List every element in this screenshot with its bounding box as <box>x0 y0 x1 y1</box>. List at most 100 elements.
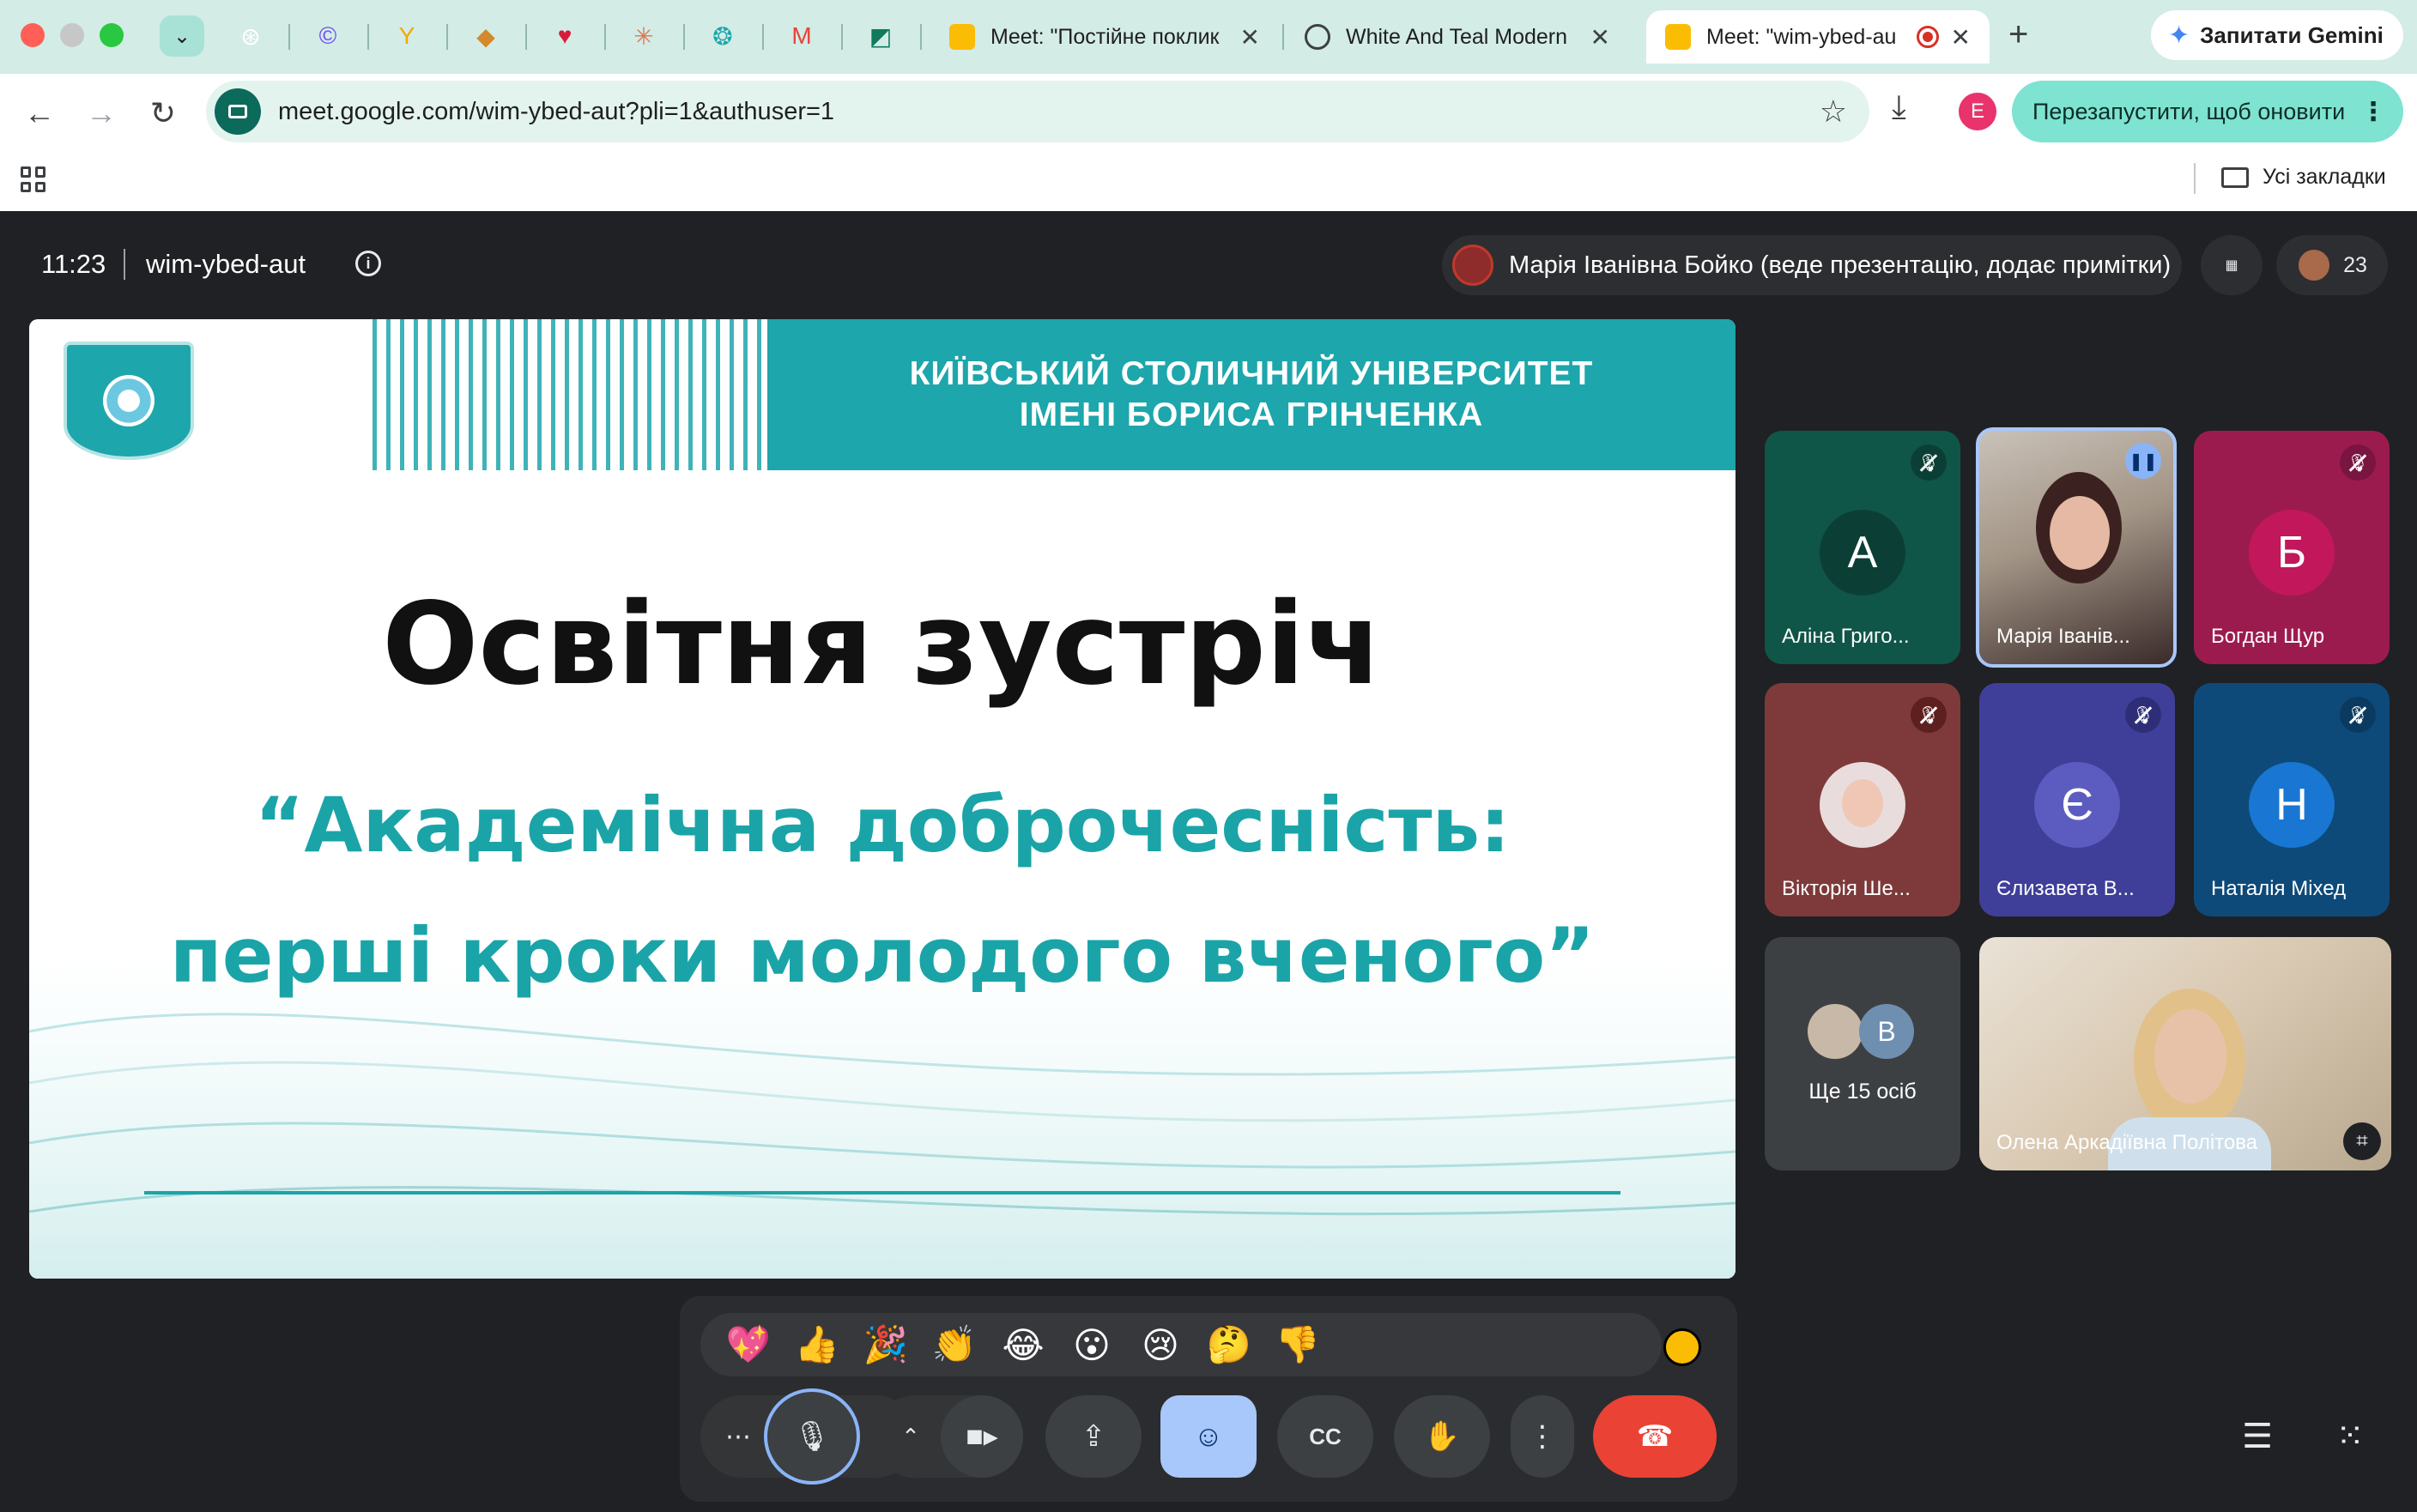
audio-options-icon[interactable]: ⋯ <box>712 1395 764 1478</box>
minimize-window-button[interactable] <box>60 23 84 47</box>
participant-name: Богдан Щур <box>2211 625 2325 648</box>
recording-icon <box>1916 26 1939 48</box>
presentation-slide: КИЇВСЬКИЙ СТОЛИЧНИЙ УНІВЕРСИТЕТ ІМЕНІ БО… <box>29 319 1736 1279</box>
participant-tile[interactable]: Є 🎙 Єлизавета В... <box>1979 683 2175 916</box>
reaction-thumbs-down[interactable]: 👎 <box>1263 1323 1332 1366</box>
chat-icon[interactable]: ☰ <box>2223 1402 2292 1471</box>
presenter-chip[interactable]: Марія Іванівна Бойко (веде презентацію, … <box>1442 235 2182 295</box>
participant-tile[interactable]: Н 🎙 Наталія Міхед <box>2194 683 2390 916</box>
reaction-thinking[interactable]: 🤔 <box>1195 1323 1263 1366</box>
relaunch-update-button[interactable]: Перезапустити, щоб оновити ⋮ <box>2012 81 2403 142</box>
tab-meet-1[interactable]: Meet: "Постійне поклик ✕ <box>930 10 1279 64</box>
fork-app-tab-icon[interactable]: Y <box>390 19 424 53</box>
leave-call-button[interactable]: ☎ <box>1593 1395 1717 1478</box>
participant-name: Єлизавета В... <box>1996 877 2135 900</box>
reaction-clap[interactable]: 👏 <box>920 1323 989 1366</box>
reaction-thumbs-up[interactable]: 👍 <box>783 1323 851 1366</box>
participant-tile[interactable]: А 🎙 Аліна Григо... <box>1765 431 1960 664</box>
close-window-button[interactable] <box>21 23 45 47</box>
reaction-laugh[interactable]: 😂 <box>989 1324 1057 1366</box>
more-options-button[interactable]: ⋮ <box>1511 1395 1574 1478</box>
meeting-code: wim-ybed-aut <box>146 249 306 279</box>
slide-divider <box>144 1191 1620 1194</box>
site-info-icon[interactable] <box>215 88 261 135</box>
profile-avatar[interactable]: E <box>1959 93 1996 130</box>
mic-off-icon: 🎙 <box>2340 445 2376 481</box>
reload-button[interactable]: ↻ <box>141 91 185 136</box>
university-crest-logo <box>64 342 194 460</box>
participants-button[interactable]: 23 <box>2276 235 2388 295</box>
participant-name: Аліна Григо... <box>1782 625 1910 648</box>
more-menu-icon[interactable]: ⋮ <box>2360 97 2386 127</box>
tab-search-chevron-icon[interactable]: ⌄ <box>160 15 204 57</box>
reaction-cry[interactable]: 😢 <box>1126 1324 1195 1366</box>
pinned-participant-tile[interactable]: Олена Аркадіївна Політова ⌗ <box>1979 937 2391 1170</box>
heart-tab-icon[interactable]: ♥ <box>548 19 582 53</box>
ask-gemini-button[interactable]: ✦ Запитати Gemini <box>2151 10 2403 60</box>
participant-tile[interactable]: Б 🎙 Богдан Щур <box>2194 431 2390 664</box>
close-tab-icon[interactable]: ✕ <box>1240 23 1260 51</box>
canva-tab-icon[interactable]: © <box>311 19 345 53</box>
participant-avatar: Н <box>2249 762 2335 848</box>
activities-grid-icon[interactable]: ⁙ <box>2316 1402 2384 1471</box>
participant-avatar: А <box>1820 510 1905 596</box>
download-icon[interactable]: ⤓ <box>1892 89 1906 126</box>
participant-tile-speaking[interactable]: ❚❚ Марія Іванів... <box>1976 427 2177 668</box>
participant-photo-avatar <box>1820 762 1905 848</box>
university-line-2: ІМЕНІ БОРИСА ГРІНЧЕНКА <box>1019 396 1484 433</box>
speaking-indicator-icon: ❚❚ <box>2125 443 2161 479</box>
all-bookmarks-button[interactable]: Усі закладки <box>2221 165 2386 190</box>
emoji-reaction-row: 💖 👍 🎉 👏 😂 😮 😢 🤔 👎 <box>700 1313 1662 1376</box>
participant-name: Олена Аркадіївна Політова <box>1996 1131 2258 1154</box>
tab-canva[interactable]: White And Teal Modern ✕ <box>1286 10 1629 64</box>
reaction-surprised[interactable]: 😮 <box>1057 1324 1126 1366</box>
emoji-reactions-button[interactable]: ☺ <box>1160 1395 1257 1478</box>
apps-grid-icon[interactable] <box>21 166 46 192</box>
layout-off-icon[interactable]: ▦ <box>2201 235 2263 295</box>
reaction-heart[interactable]: 💖 <box>714 1323 783 1366</box>
university-name: КИЇВСЬКИЙ СТОЛИЧНИЙ УНІВЕРСИТЕТ ІМЕНІ БО… <box>767 354 1736 436</box>
meet-call-area: 11:23 wim-ybed-aut i Марія Іванівна Бойк… <box>0 211 2417 1512</box>
meeting-info-icon[interactable]: i <box>355 251 381 276</box>
openai-tab-icon[interactable]: ⊛ <box>233 19 268 53</box>
present-screen-button[interactable]: ⇪ <box>1045 1395 1142 1478</box>
slide-subtitle-line-2: перші кроки молодого вченого” <box>169 911 1596 1000</box>
university-line-1: КИЇВСЬКИЙ СТОЛИЧНИЙ УНІВЕРСИТЕТ <box>909 355 1594 392</box>
url-text[interactable]: meet.google.com/wim-ybed-aut?pli=1&authu… <box>278 98 1820 126</box>
slide-subtitle-line-1: “Академічна доброчесність: <box>254 781 1511 869</box>
globe-icon <box>1305 24 1330 50</box>
university-tab-icon[interactable]: ❂ <box>706 19 740 53</box>
mic-off-icon: 🎙 <box>1911 445 1947 481</box>
camera-button[interactable]: ■▸ <box>941 1395 1023 1478</box>
close-tab-icon[interactable]: ✕ <box>1951 23 1971 51</box>
meet-icon <box>1665 24 1691 50</box>
participant-face <box>2050 496 2110 570</box>
more-participants-tile[interactable]: В Ще 15 осіб <box>1765 937 1960 1170</box>
raise-hand-button[interactable]: ✋ <box>1394 1395 1490 1478</box>
mic-off-icon: 🎙 <box>2125 697 2161 733</box>
reaction-party[interactable]: 🎉 <box>851 1323 920 1366</box>
participant-avatar <box>1808 1004 1863 1059</box>
gemini-icon: ✦ <box>2168 21 2190 50</box>
back-button[interactable]: ← <box>17 91 62 136</box>
forward-button[interactable]: → <box>79 91 124 136</box>
skin-tone-selector[interactable] <box>1663 1328 1701 1366</box>
mic-off-icon: 🎙 <box>2340 697 2376 733</box>
microphone-button[interactable]: 🎙 <box>764 1388 860 1485</box>
bookmark-star-icon[interactable]: ☆ <box>1820 94 1847 130</box>
participant-tile[interactable]: 🎙 Вікторія Ше... <box>1765 683 1960 916</box>
tab-meet-active[interactable]: Meet: "wim-ybed-au ✕ <box>1646 10 1990 64</box>
captions-button[interactable]: CC <box>1277 1395 1373 1478</box>
maximize-window-button[interactable] <box>100 23 124 47</box>
crop-icon[interactable]: ⌗ <box>2343 1122 2381 1160</box>
gmail-tab-icon[interactable]: M <box>784 19 819 53</box>
close-tab-icon[interactable]: ✕ <box>1590 23 1610 51</box>
address-bar[interactable]: meet.google.com/wim-ybed-aut?pli=1&authu… <box>206 81 1869 142</box>
new-tab-button[interactable]: + <box>2008 15 2028 54</box>
participant-name: Вікторія Ше... <box>1782 877 1911 900</box>
layers-tab-icon[interactable]: ◆ <box>469 19 503 53</box>
presenter-avatar <box>1452 245 1493 286</box>
camera-options-chevron-icon[interactable]: ⌃ <box>882 1395 939 1478</box>
claude-tab-icon[interactable]: ✳ <box>627 19 661 53</box>
sheets-tab-icon[interactable]: ◩ <box>863 19 898 53</box>
